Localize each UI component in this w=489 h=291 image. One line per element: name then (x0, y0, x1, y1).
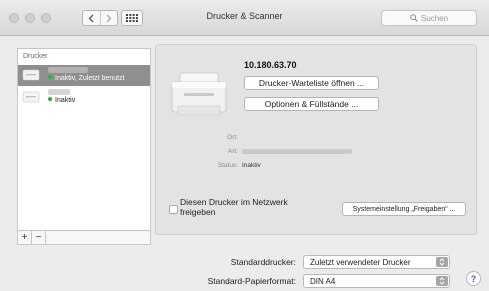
default-printer-label: Standarddrucker: (230, 257, 296, 267)
add-printer-button[interactable]: + (18, 231, 32, 244)
default-printer-select[interactable]: Zuletzt verwendeter Drucker (303, 255, 450, 269)
paper-size-label: Standard-Papierformat: (207, 276, 296, 286)
share-printer-checkbox[interactable] (169, 205, 178, 214)
printer-list-item[interactable]: Inaktiv, Zuletzt benutzt (18, 65, 150, 86)
open-print-queue-button[interactable]: Drucker-Warteliste öffnen ... (244, 76, 379, 90)
status-dot-icon (48, 75, 52, 79)
title-bar: Drucker & Scanner Suchen (0, 0, 489, 36)
options-supplies-button[interactable]: Optionen & Füllstände ... (244, 97, 379, 111)
sharing-preferences-button[interactable]: Systemeinstellung „Freigaben“ ... (342, 202, 466, 216)
printer-list-header: Drucker (23, 53, 48, 60)
search-placeholder: Suchen (420, 13, 449, 23)
printer-status-text: Inaktiv, Zuletzt benutzt (55, 75, 125, 82)
status-label: Status: (217, 162, 238, 169)
printer-status: Inaktiv (48, 97, 75, 104)
list-actions-bar: + − (17, 231, 151, 245)
printer-name-redacted (48, 89, 70, 95)
printers-scanners-window: Drucker & Scanner Suchen Drucker Inaktiv… (0, 0, 489, 291)
printer-icon (22, 69, 40, 81)
remove-printer-button[interactable]: − (32, 231, 46, 244)
paper-size-value: DIN A4 (310, 277, 336, 286)
printer-status: Inaktiv, Zuletzt benutzt (48, 75, 125, 82)
printer-list: Drucker Inaktiv, Zuletzt benutzt Inaktiv (17, 48, 151, 231)
stepper-arrows-icon (436, 276, 448, 286)
kind-label: Art: (227, 148, 238, 155)
status-dot-icon (48, 97, 52, 101)
stepper-arrows-icon (436, 257, 448, 267)
printer-list-item[interactable]: Inaktiv (18, 87, 150, 108)
search-field[interactable]: Suchen (381, 10, 477, 26)
printer-detail-panel: 10.180.63.70 Drucker-Warteliste öffnen .… (155, 44, 477, 235)
status-value: Inaktiv (242, 162, 261, 169)
printer-name-redacted (48, 67, 88, 73)
location-label: Ort: (227, 134, 238, 141)
printer-address: 10.180.63.70 (244, 60, 297, 70)
printer-icon (171, 72, 227, 116)
default-printer-value: Zuletzt verwendeter Drucker (310, 258, 411, 267)
help-button[interactable]: ? (466, 271, 481, 286)
search-icon (410, 14, 418, 22)
kind-value-redacted (242, 149, 352, 154)
printer-status-text: Inaktiv (55, 97, 76, 104)
share-printer-label: Diesen Drucker im Netzwerk freigeben (180, 197, 288, 217)
printer-icon (22, 91, 40, 103)
paper-size-select[interactable]: DIN A4 (303, 274, 450, 288)
